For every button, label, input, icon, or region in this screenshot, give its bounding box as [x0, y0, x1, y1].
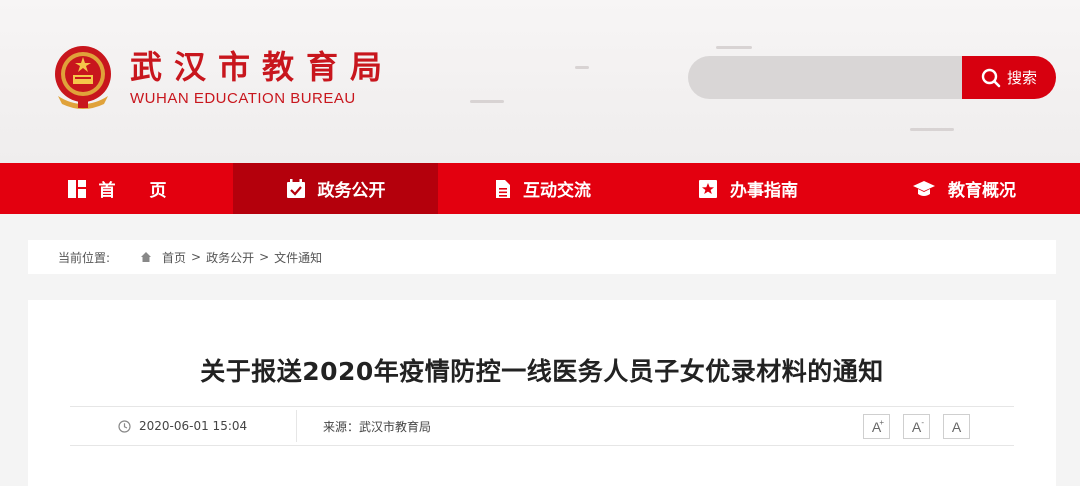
font-size-controls: A + A- A [863, 414, 970, 439]
site-subtitle: WUHAN EDUCATION BUREAU [130, 90, 356, 107]
nav-item-label: 教育概况 [948, 181, 1016, 201]
font-increase-button[interactable]: A + [863, 414, 890, 439]
nav-item-government-affairs[interactable]: 政务公开 [233, 163, 438, 214]
nav-item-home[interactable]: 首 页 [0, 163, 233, 214]
breadcrumb-separator: > [259, 250, 270, 264]
decorative-bird [575, 66, 589, 69]
decorative-bird [716, 46, 752, 49]
breadcrumb-link-notices[interactable]: 文件通知 [274, 249, 322, 266]
article-panel: 关于报送2020年疫情防控一线医务人员子女优录材料的通知 2020-06-01 … [28, 300, 1056, 486]
article-meta: 2020-06-01 15:04 来源：武汉市教育局 A + A- A [70, 406, 1014, 446]
home-grid-icon [67, 179, 86, 198]
font-decrease-button[interactable]: A- [903, 414, 930, 439]
search-button[interactable]: 搜索 [962, 56, 1056, 99]
nav-item-label: 政务公开 [317, 181, 386, 201]
breadcrumb-label: 当前位置: [58, 250, 111, 265]
nav-item-service-guide[interactable]: 办事指南 [648, 163, 848, 214]
publish-date-text: 2020-06-01 15:04 [139, 419, 248, 433]
document-icon [496, 179, 510, 198]
font-decrease-mark: - [921, 418, 924, 427]
clock-icon [118, 419, 131, 433]
nav-item-interaction[interactable]: 互动交流 [438, 163, 648, 214]
meta-divider [296, 410, 297, 442]
nav-item-label: 办事指南 [730, 181, 798, 201]
main-nav: 首 页 政务公开 互动交流 办事指南 教育概况 [0, 163, 1080, 214]
breadcrumb-separator: > [191, 250, 202, 264]
font-button-letter: A [951, 418, 962, 435]
article-source: 来源：武汉市教育局 [323, 419, 432, 434]
breadcrumb: 当前位置: 首页 > 政务公开 > 文件通知 [28, 240, 1056, 274]
breadcrumb-link-government-affairs[interactable]: 政务公开 [206, 249, 254, 266]
home-icon [140, 251, 152, 263]
font-increase-mark: + [879, 418, 884, 427]
search-button-label: 搜索 [1006, 69, 1037, 87]
search-input[interactable] [688, 56, 964, 99]
font-default-button[interactable]: A [943, 414, 970, 439]
site-title[interactable]: 武汉市教育局 [130, 42, 394, 88]
bookmark-star-icon [699, 179, 717, 198]
breadcrumb-link-home[interactable]: 首页 [162, 249, 186, 266]
national-emblem-icon [55, 46, 111, 109]
graduation-cap-icon [913, 180, 935, 196]
calendar-check-icon [286, 178, 305, 198]
font-button-letter: A [911, 418, 922, 435]
decorative-bird [470, 100, 504, 103]
site-header: 武汉市教育局 WUHAN EDUCATION BUREAU 搜索 [0, 0, 1080, 163]
search-icon [981, 68, 1001, 87]
nav-item-label: 互动交流 [523, 181, 591, 201]
nav-item-education-overview[interactable]: 教育概况 [848, 163, 1080, 214]
nav-item-label: 首 页 [98, 181, 167, 201]
publish-date: 2020-06-01 15:04 [118, 407, 247, 445]
decorative-bird [910, 128, 954, 131]
article-title: 关于报送2020年疫情防控一线医务人员子女优录材料的通知 [200, 357, 884, 386]
